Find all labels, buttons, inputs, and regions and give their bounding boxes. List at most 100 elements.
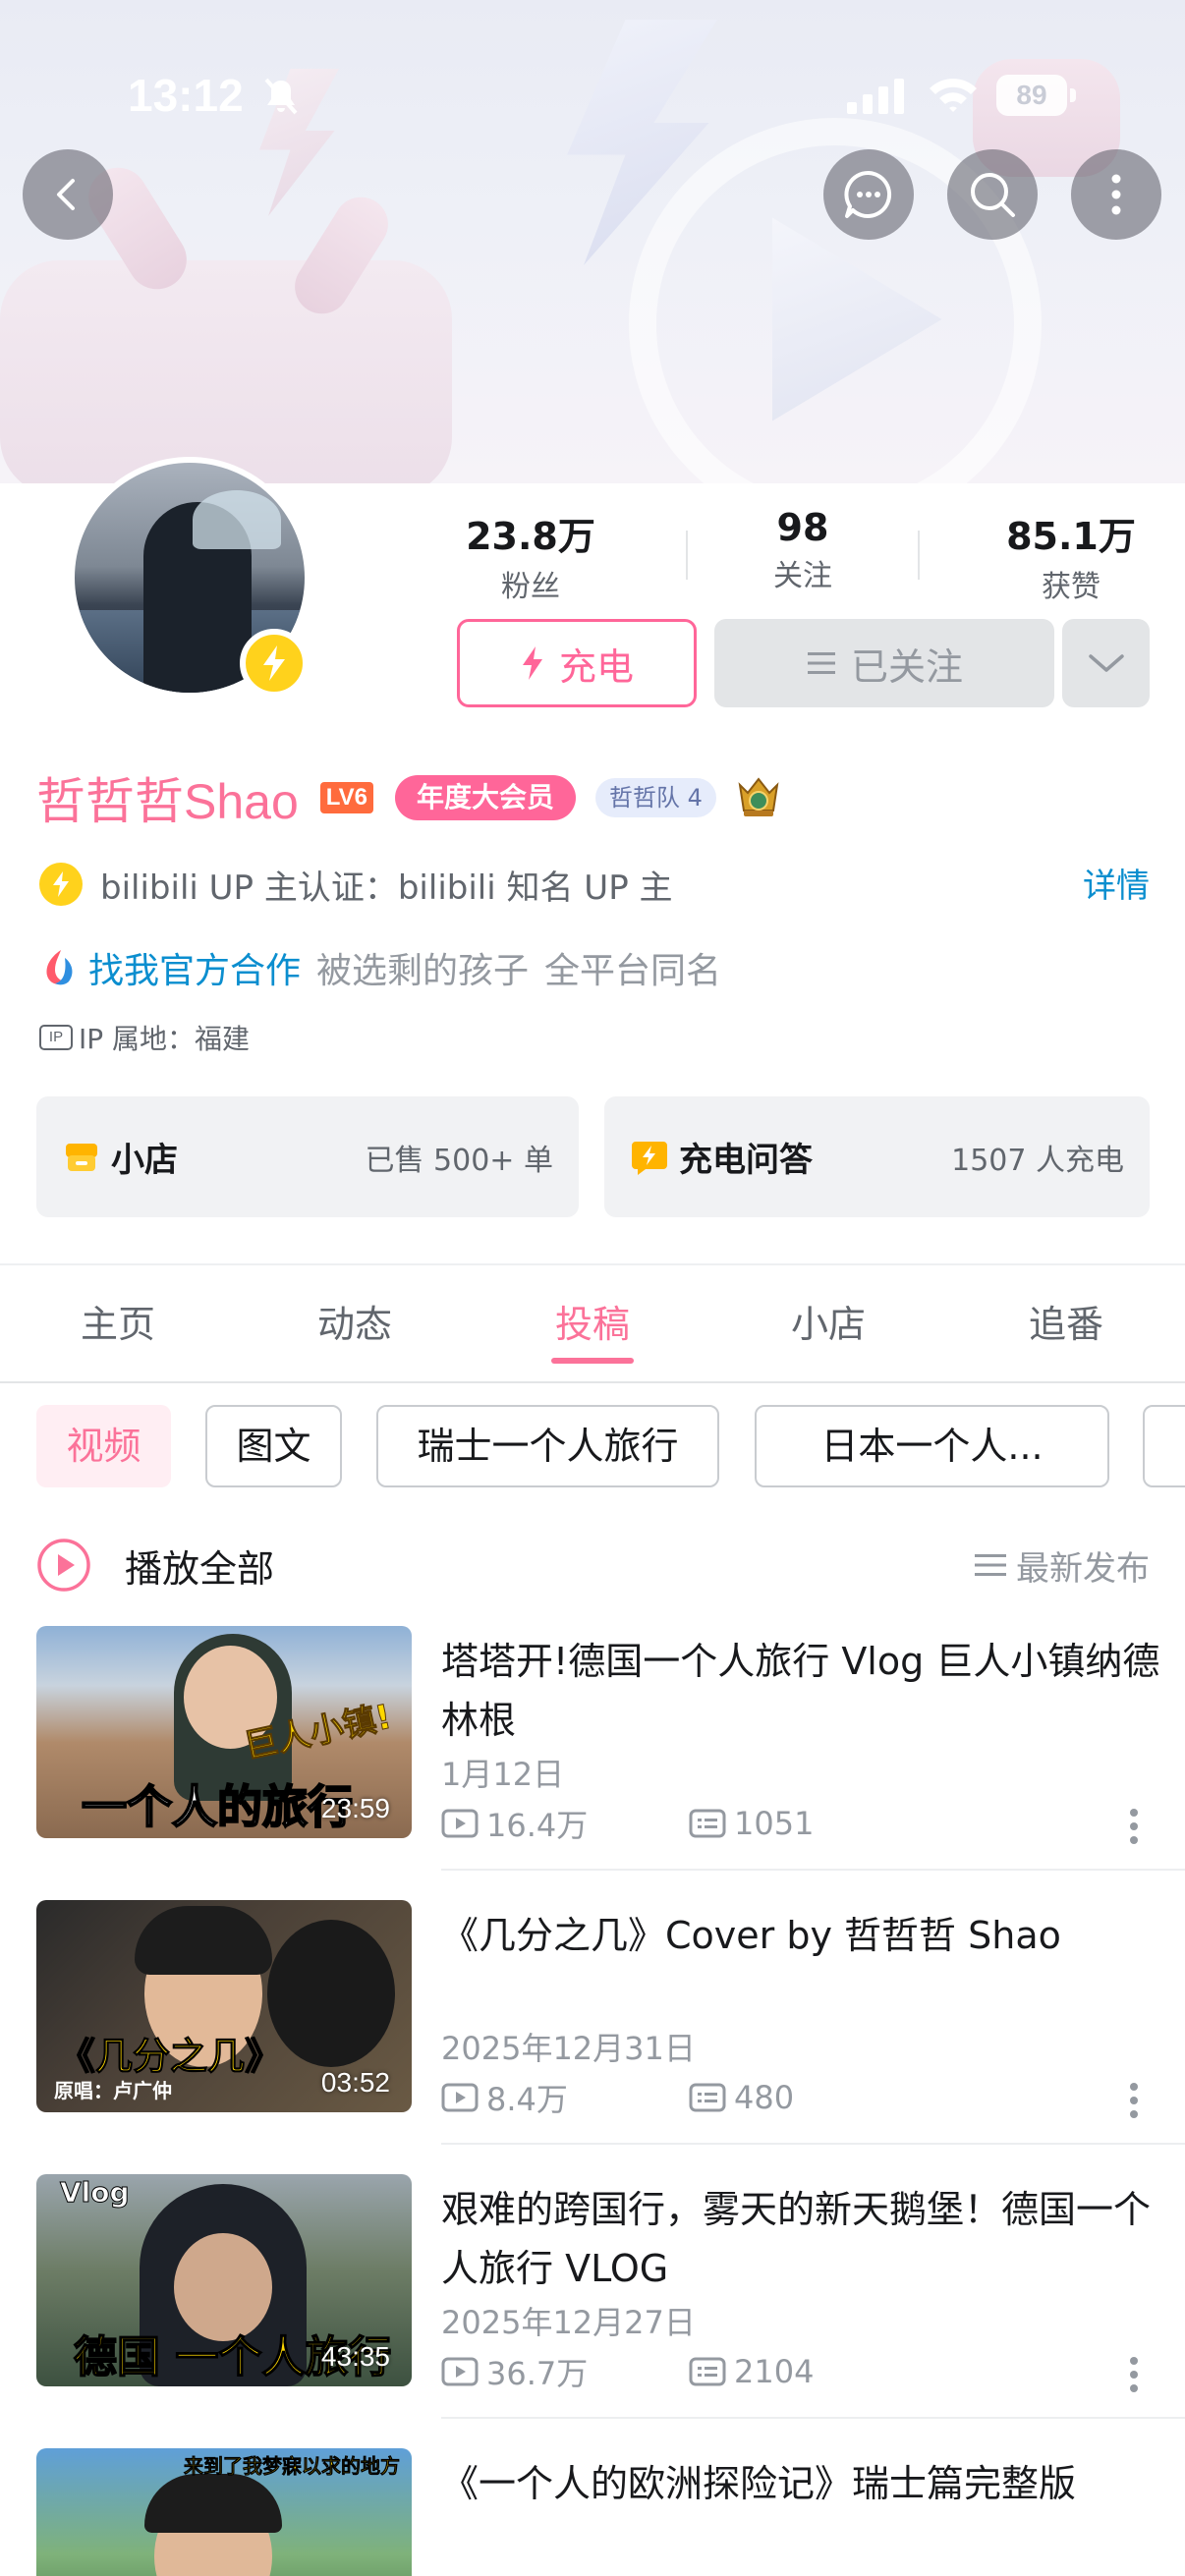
- thumbnail-caption: Vlog: [60, 2176, 131, 2210]
- video-title[interactable]: 《一个人的欧洲探险记》瑞士篇完整版: [441, 2454, 1163, 2513]
- divider: [441, 2417, 1185, 2419]
- fan-medal-badge[interactable]: 哲哲队 4: [595, 778, 716, 817]
- follow-dropdown-button[interactable]: [1062, 619, 1150, 707]
- certification-text: bilibili UP 主认证：bilibili 知名 UP 主: [100, 868, 673, 908]
- lightning-icon: [263, 645, 285, 681]
- vip-badge[interactable]: 年度大会员: [395, 775, 577, 820]
- video-duration: 23:59: [320, 1793, 390, 1823]
- thumbnail-caption: 原唱：卢广仲: [54, 2079, 172, 2102]
- plays-value: 16.4万: [486, 1807, 589, 1844]
- tab-submissions[interactable]: 投稿: [494, 1265, 691, 1383]
- cellular-signal-icon: [847, 79, 904, 114]
- shop-card-title: 小店: [111, 1141, 178, 1180]
- play-count-icon: [441, 2357, 479, 2386]
- banner-decoration: [0, 260, 452, 483]
- ip-location-row: IP IP 属地：福建: [39, 1018, 250, 1057]
- more-vertical-icon[interactable]: [1122, 2081, 1146, 2120]
- tab-home[interactable]: 主页: [20, 1265, 216, 1383]
- video-item[interactable]: Vlog 德国 一个人旅行 43:35 艰难的跨国行，雾天的新天鹅堡！德国一个人…: [36, 2174, 1185, 2392]
- video-duration: 03:52: [320, 2067, 390, 2098]
- shop-card-value: 已售 500+ 单: [365, 1143, 553, 1178]
- more-vertical-icon: [1111, 174, 1121, 215]
- charge-qa-card[interactable]: 充电问答 1507 人充电: [604, 1096, 1150, 1217]
- chip-collection[interactable]: [1143, 1405, 1185, 1487]
- video-plays: 16.4万: [441, 1801, 689, 1846]
- charge-qa-value: 1507 人充电: [951, 1143, 1124, 1178]
- charge-button-label: 充电: [558, 644, 634, 689]
- comment-count-icon: [689, 1809, 726, 1838]
- chip-collection[interactable]: 日本一个人...: [755, 1405, 1109, 1487]
- chevron-down-icon: [1088, 654, 1124, 672]
- back-button[interactable]: [23, 149, 113, 240]
- details-link[interactable]: 详情: [1083, 859, 1150, 907]
- stat-fans[interactable]: 23.8万 粉丝: [432, 506, 629, 605]
- cooperation-row: 找我官方合作 被选剩的孩子 全平台同名: [39, 938, 721, 997]
- stat-following[interactable]: 98 关注: [705, 506, 901, 594]
- certification-row: bilibili UP 主认证：bilibili 知名 UP 主 详情: [39, 855, 1150, 914]
- fan-medal-name: 哲哲队: [609, 784, 681, 812]
- charge-qa-title: 充电问答: [679, 1141, 813, 1180]
- category-chips: 视频 图文 瑞士一个人旅行 日本一个人...: [36, 1405, 1185, 1487]
- more-vertical-icon[interactable]: [1122, 2355, 1146, 2394]
- bio-text: 全平台同名: [544, 951, 722, 991]
- cooperation-icon: [46, 950, 73, 985]
- search-button[interactable]: [947, 149, 1038, 240]
- stat-value: 85.1万: [1006, 515, 1136, 558]
- status-time: 13:12: [128, 70, 244, 121]
- video-title[interactable]: 《几分之几》Cover by 哲哲哲 Shao: [441, 1906, 1163, 1965]
- stat-likes[interactable]: 85.1万 获赞: [973, 506, 1169, 605]
- play-count-icon: [441, 2083, 479, 2112]
- play-all-row: 播放全部 最新发布: [36, 1531, 1150, 1599]
- profile-stats: 23.8万 粉丝 98 关注 85.1万 获赞: [432, 506, 1159, 604]
- message-button[interactable]: [823, 149, 914, 240]
- official-cooperation-link[interactable]: 找我官方合作: [88, 942, 301, 993]
- tab-shop[interactable]: 小店: [730, 1265, 927, 1383]
- video-thumbnail[interactable]: 来到了我梦寐以求的地方: [36, 2448, 412, 2576]
- play-count-icon: [441, 1809, 479, 1838]
- comments-value: 480: [734, 2079, 795, 2116]
- thumbnail-caption: 《几分之几》: [57, 2035, 283, 2079]
- divider: [441, 2143, 1185, 2145]
- video-title[interactable]: 艰难的跨国行，雾天的新天鹅堡！德国一个人旅行 VLOG: [441, 2180, 1163, 2298]
- menu-lines-icon: [807, 652, 835, 674]
- video-thumbnail[interactable]: Vlog 德国 一个人旅行 43:35: [36, 2174, 412, 2386]
- video-title[interactable]: 塔塔开!德国一个人旅行 Vlog 巨人小镇纳德林根: [441, 1632, 1163, 1750]
- plays-value: 36.7万: [486, 2355, 589, 2392]
- ip-icon: IP: [39, 1025, 73, 1050]
- video-item[interactable]: 《几分之几》 原唱：卢广仲 03:52 《几分之几》Cover by 哲哲哲 S…: [36, 1900, 1185, 2118]
- more-options-button[interactable]: [1071, 149, 1161, 240]
- level-badge[interactable]: LV6: [319, 782, 374, 813]
- lightning-icon: [522, 646, 542, 680]
- comment-count-icon: [689, 2357, 726, 2386]
- video-thumbnail[interactable]: 巨人小镇! 一个人的旅行 23:59: [36, 1626, 412, 1838]
- comments-value: 1051: [734, 1805, 815, 1842]
- certification-icon: [39, 863, 83, 906]
- sort-button[interactable]: 最新发布: [975, 1541, 1150, 1590]
- chip-image-text[interactable]: 图文: [205, 1405, 342, 1487]
- charge-button[interactable]: 充电: [457, 619, 697, 707]
- lightning-icon: [53, 871, 69, 897]
- video-comments: 480: [689, 2079, 794, 2116]
- username: 哲哲哲Shao: [36, 774, 299, 829]
- shop-card[interactable]: 小店 已售 500+ 单: [36, 1096, 579, 1217]
- crown-medal-icon[interactable]: [734, 773, 783, 822]
- video-meta: 8.4万 480: [441, 2075, 794, 2120]
- divider: [441, 1869, 1185, 1871]
- stat-label: 关注: [773, 559, 832, 593]
- search-icon: [971, 173, 1015, 217]
- tab-dynamics[interactable]: 动态: [256, 1265, 453, 1383]
- chat-bubble-icon: [844, 170, 892, 218]
- tab-bangumi[interactable]: 追番: [968, 1265, 1164, 1383]
- play-circle-icon[interactable]: [36, 1538, 91, 1593]
- video-item[interactable]: 巨人小镇! 一个人的旅行 23:59 塔塔开!德国一个人旅行 Vlog 巨人小镇…: [36, 1626, 1185, 1844]
- more-vertical-icon[interactable]: [1122, 1807, 1146, 1846]
- chip-video[interactable]: 视频: [36, 1405, 171, 1487]
- video-item[interactable]: 来到了我梦寐以求的地方 《一个人的欧洲探险记》瑞士篇完整版: [36, 2448, 1185, 2576]
- video-duration: 43:35: [320, 2341, 390, 2372]
- play-all-button[interactable]: 播放全部: [125, 1539, 274, 1593]
- chip-collection[interactable]: 瑞士一个人旅行: [376, 1405, 719, 1487]
- video-thumbnail[interactable]: 《几分之几》 原唱：卢广仲 03:52: [36, 1900, 412, 2112]
- thumbnail-caption: 来到了我梦寐以求的地方: [184, 2454, 401, 2479]
- video-meta: 36.7万 2104: [441, 2349, 814, 2394]
- followed-button[interactable]: 已关注: [714, 619, 1054, 707]
